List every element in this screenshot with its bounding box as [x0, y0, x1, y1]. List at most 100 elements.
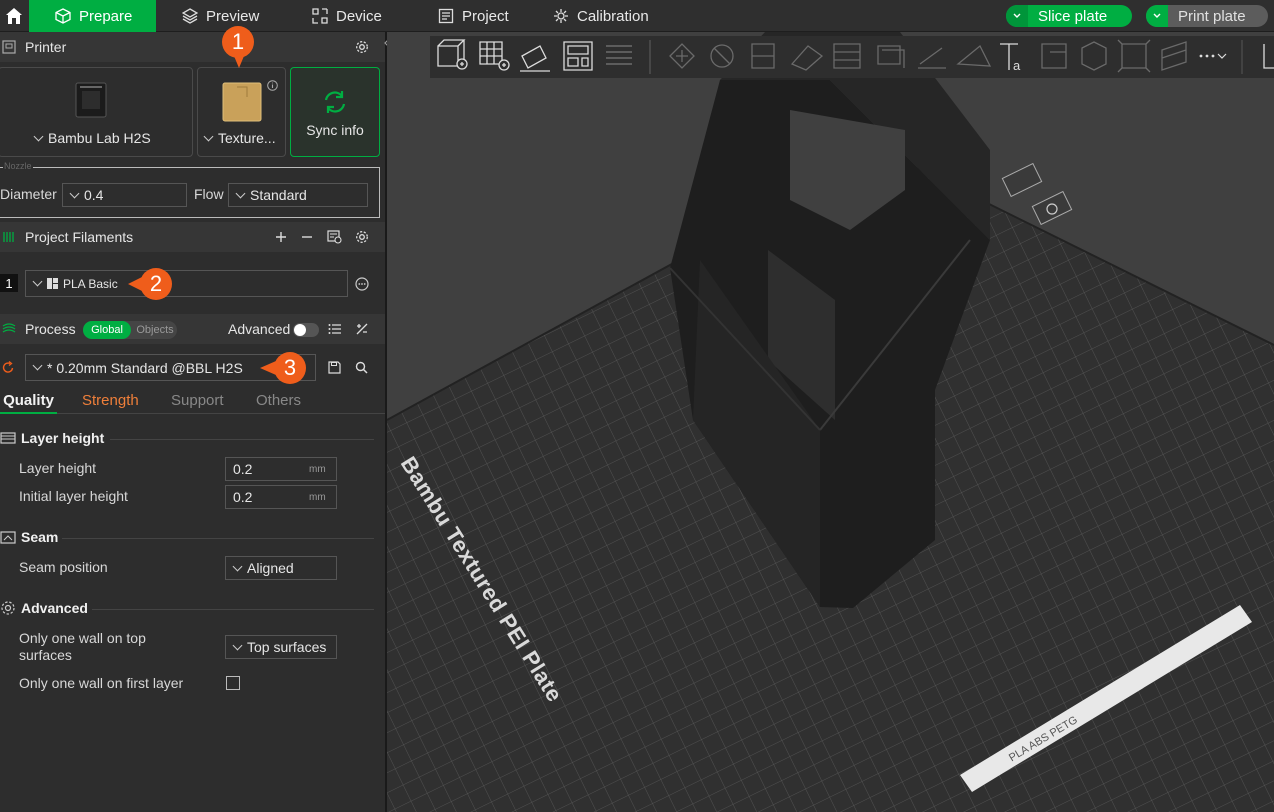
chevron-down-icon	[1013, 13, 1021, 18]
advanced-toggle[interactable]	[293, 323, 319, 337]
plate-thumbnail-icon	[222, 82, 262, 122]
more-tools-button[interactable]	[1192, 36, 1232, 78]
chevron-down-icon	[33, 131, 44, 141]
callout-badge-3: 3	[274, 352, 306, 384]
text-tool-button[interactable]	[992, 36, 1034, 78]
arrange-button[interactable]	[558, 36, 600, 78]
tab-device[interactable]: Device	[286, 0, 412, 32]
tab-preview[interactable]: Preview	[156, 0, 282, 32]
diameter-label: Diameter	[0, 186, 57, 202]
chevron-down-icon	[1153, 13, 1161, 18]
slice-dropdown-arrow[interactable]	[1006, 5, 1028, 27]
chevron-down-icon	[69, 188, 80, 198]
list-icon[interactable]	[328, 323, 342, 335]
first-layer-wall-checkbox[interactable]	[226, 676, 240, 690]
sync-info-button[interactable]: Sync info	[290, 67, 380, 157]
initial-layer-height-label: Initial layer height	[19, 488, 128, 504]
sync-info-label: Sync info	[306, 122, 364, 138]
top-surface-wall-value: Top surfaces	[247, 639, 327, 655]
top-surface-wall-label-line2: surfaces	[19, 647, 72, 663]
reset-icon[interactable]	[2, 361, 15, 374]
advanced-toggle-label: Advanced	[228, 321, 291, 337]
tab-prepare[interactable]: Prepare	[29, 0, 156, 32]
chevron-down-icon	[232, 640, 243, 650]
auto-orient-button[interactable]	[516, 36, 558, 78]
layer-height-unit: mm	[309, 464, 326, 475]
first-layer-wall-label: Only one wall on first layer	[19, 675, 184, 691]
save-icon[interactable]	[328, 361, 341, 374]
printer-name: Bambu Lab H2S	[48, 130, 151, 146]
top-surface-wall-select[interactable]: Top surfaces	[225, 635, 337, 659]
callout-arrow-3	[260, 361, 276, 375]
gear-icon[interactable]	[355, 40, 369, 54]
initial-layer-height-unit: mm	[309, 492, 326, 503]
minus-icon[interactable]	[301, 231, 313, 243]
tab-strength[interactable]: Strength	[82, 392, 139, 409]
filament-icon	[3, 232, 14, 242]
filament-select[interactable]: PLA Basic	[25, 270, 348, 297]
tab-others[interactable]: Others	[256, 392, 301, 409]
print-plate-button[interactable]: Print plate	[1146, 5, 1268, 27]
printer-select-card[interactable]: Bambu Lab H2S	[0, 67, 193, 157]
more-icon[interactable]	[355, 277, 369, 291]
plus-icon[interactable]	[275, 231, 287, 243]
add-plate-button[interactable]	[474, 36, 516, 78]
scope-toggle[interactable]: Global Objects	[83, 321, 177, 339]
printer-thumbnail-icon	[75, 82, 107, 118]
advanced-group-label: Advanced	[21, 600, 88, 616]
tab-support[interactable]: Support	[171, 392, 224, 409]
tab-label: Calibration	[577, 7, 649, 25]
add-object-button[interactable]	[430, 36, 474, 78]
filaments-section-title: Project Filaments	[25, 229, 134, 245]
chevron-down-icon	[203, 131, 214, 141]
tab-divider	[0, 413, 385, 414]
compare-icon[interactable]	[355, 322, 369, 336]
scope-global-option[interactable]: Global	[83, 321, 131, 339]
filament-sync-icon[interactable]	[327, 230, 342, 244]
tab-quality[interactable]: Quality	[0, 392, 57, 409]
tab-calibration[interactable]: Calibration	[527, 0, 667, 32]
cube-icon	[55, 8, 71, 24]
tab-project[interactable]: Project	[412, 0, 538, 32]
callout-arrow-2	[128, 277, 142, 291]
split-layers-button[interactable]	[600, 36, 642, 78]
build-plate-scene	[387, 32, 1274, 812]
filament-index-badge[interactable]: 1	[0, 274, 18, 292]
chevron-down-icon	[235, 188, 246, 198]
layer-height-group-title: Layer height	[0, 430, 104, 446]
chevron-down-icon	[32, 360, 43, 371]
seam-position-value: Aligned	[247, 560, 294, 576]
callout-arrow-1	[234, 56, 244, 68]
scope-objects-option[interactable]: Objects	[133, 321, 177, 339]
layer-height-icon	[0, 432, 16, 444]
seam-position-select[interactable]: Aligned	[225, 556, 337, 580]
print-dropdown-arrow[interactable]	[1146, 5, 1168, 27]
slice-plate-button[interactable]: Slice plate	[1006, 5, 1132, 27]
print-plate-label: Print plate	[1178, 7, 1246, 25]
flow-label: Flow	[194, 186, 224, 202]
diameter-select[interactable]: 0.4	[62, 183, 187, 207]
info-icon[interactable]	[267, 80, 278, 91]
seam-position-label: Seam position	[19, 559, 108, 575]
sync-icon	[324, 91, 346, 113]
tab-label: Prepare	[79, 7, 133, 25]
filaments-section-header: Project Filaments	[0, 222, 385, 252]
project-icon	[438, 8, 454, 24]
advanced-gear-icon	[1, 601, 15, 615]
tab-label: Preview	[206, 7, 260, 25]
callout-badge-1: 1	[222, 26, 254, 58]
layer-height-value: 0.2	[233, 461, 253, 477]
group-divider	[110, 439, 374, 440]
seam-group-title: Seam	[0, 529, 58, 545]
plate-select-card[interactable]: Texture...	[197, 67, 286, 157]
gear-icon[interactable]	[355, 230, 369, 244]
flow-select[interactable]: Standard	[228, 183, 368, 207]
layers-icon	[182, 8, 198, 24]
device-icon	[312, 8, 328, 24]
layer-height-label: Layer height	[19, 460, 97, 476]
home-button[interactable]	[0, 0, 28, 32]
search-icon[interactable]	[355, 361, 368, 374]
process-icon	[2, 323, 16, 333]
3d-viewport[interactable]: Bambu Textured PEI Plate PLA ABS PETG	[387, 32, 1274, 812]
printer-section-title: Printer	[25, 39, 67, 55]
